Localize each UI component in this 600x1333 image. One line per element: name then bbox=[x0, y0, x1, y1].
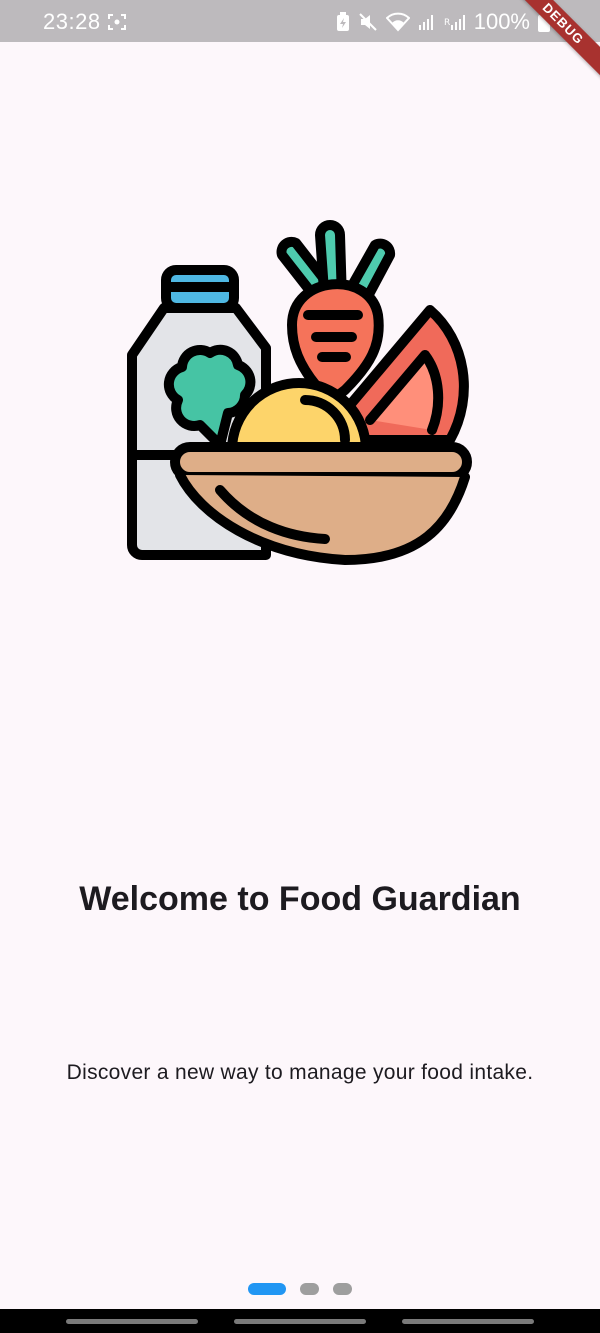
screen-record-icon bbox=[108, 14, 126, 35]
page-indicator[interactable] bbox=[0, 1283, 600, 1295]
svg-text:R: R bbox=[444, 18, 450, 28]
battery-percent: 100% bbox=[473, 9, 530, 34]
mute-icon bbox=[358, 12, 378, 32]
signal-icon bbox=[418, 13, 436, 31]
nav-handle-right[interactable] bbox=[402, 1319, 534, 1324]
battery-saver-icon bbox=[336, 12, 350, 32]
nav-handle-left[interactable] bbox=[66, 1319, 198, 1324]
status-time: 23:28 bbox=[43, 9, 101, 34]
nav-handle-center[interactable] bbox=[234, 1319, 366, 1324]
status-bar: 23:28 R 100% DEBUG bbox=[0, 0, 600, 85]
page-indicator-dot-1[interactable] bbox=[248, 1283, 286, 1295]
page-indicator-dot-3[interactable] bbox=[333, 1283, 352, 1295]
onboarding-subtitle: Discover a new way to manage your food i… bbox=[66, 1061, 534, 1084]
onboarding-title: Welcome to Food Guardian bbox=[79, 880, 521, 918]
page-indicator-dot-2[interactable] bbox=[300, 1283, 319, 1295]
signal-icon-2: R bbox=[444, 13, 466, 31]
system-nav-bar bbox=[0, 1309, 600, 1333]
wifi-icon bbox=[385, 12, 410, 32]
status-icons: R 100% bbox=[336, 9, 550, 35]
onboarding-screen: 23:28 R 100% DEBUG Welcome to Food Guard… bbox=[0, 0, 600, 1333]
food-basket-icon bbox=[120, 215, 480, 575]
